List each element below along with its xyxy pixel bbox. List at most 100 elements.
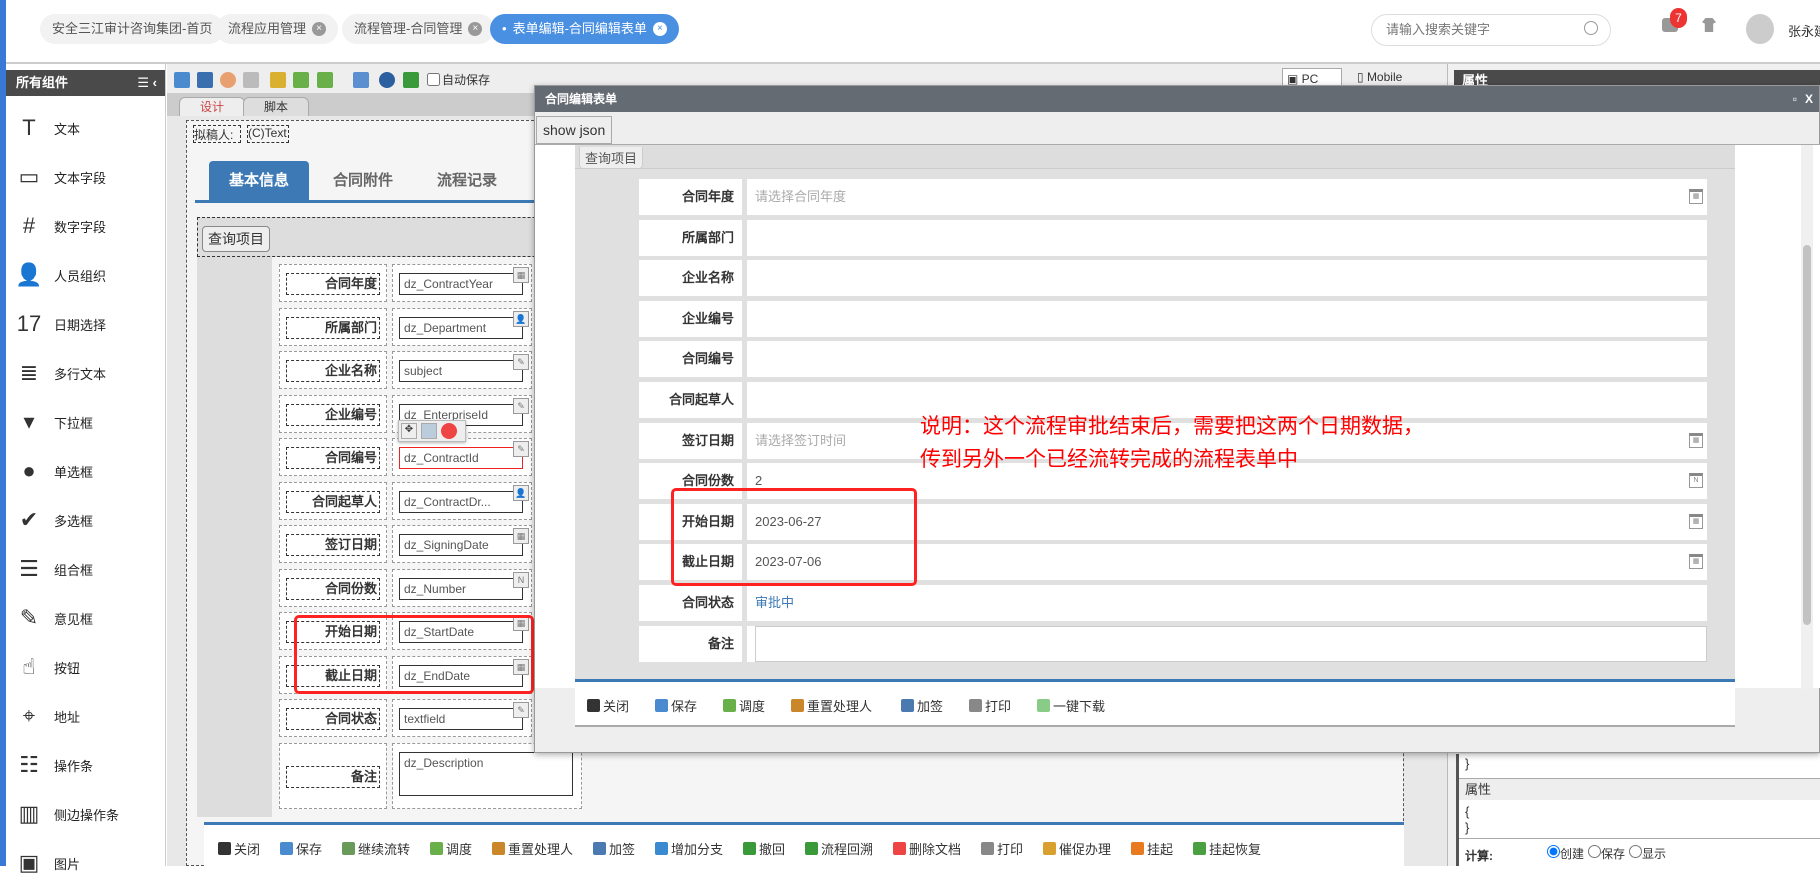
drafter-label[interactable]: 拟稿人: — [193, 125, 241, 143]
field-label-cell[interactable]: 备注 — [279, 742, 387, 809]
action-button[interactable]: 继续流转 — [342, 839, 410, 858]
field-input-cell[interactable]: textfield ✎ — [392, 699, 532, 737]
nav-tab-contract-mgmt[interactable]: 流程管理-合同管理 × — [342, 14, 495, 44]
field-label-cell[interactable]: 合同份数 — [279, 568, 387, 607]
export-icon[interactable] — [317, 72, 333, 88]
nav-tab-form-edit[interactable]: • 表单编辑-合同编辑表单 × — [490, 14, 679, 44]
sidebar-item[interactable]: T 文本 — [14, 108, 80, 148]
field-input-cell[interactable]: dz_ContractYear ▦ — [392, 264, 532, 302]
action-button[interactable]: 保存 — [280, 839, 322, 858]
query-tab[interactable]: 查询项目 — [202, 226, 270, 252]
field-input-cell[interactable]: dz_SigningDate ▦ — [392, 525, 532, 563]
username[interactable]: 张永建 — [1788, 21, 1820, 40]
sidebar-item[interactable]: 17 日期选择 — [14, 304, 106, 344]
field-binding[interactable]: dz_Number — [399, 577, 523, 600]
form-row-value[interactable] — [755, 260, 1707, 296]
field-input-cell[interactable]: dz_ContractDr... 👤 — [392, 481, 532, 520]
field-input-cell[interactable]: dz_Department 👤 — [392, 307, 532, 346]
field-input-cell[interactable]: dz_Number N — [392, 568, 532, 607]
calc-option[interactable]: 显示 — [1629, 845, 1666, 862]
shirt-icon[interactable] — [1702, 18, 1716, 32]
calendar-icon[interactable]: ▦ — [1689, 432, 1703, 448]
field-binding[interactable]: textfield — [399, 708, 523, 730]
dialog-action-button[interactable]: 关闭 — [587, 696, 629, 715]
field-input-cell[interactable]: subject ✎ — [392, 351, 532, 389]
print-icon[interactable] — [243, 72, 259, 88]
dialog-action-button[interactable]: 保存 — [655, 696, 697, 715]
sidebar-item[interactable]: # 数字字段 — [14, 206, 106, 246]
autosave-check[interactable] — [427, 73, 440, 86]
calc-radio[interactable] — [1547, 845, 1560, 858]
field-binding[interactable]: dz_Department — [399, 316, 523, 339]
field-binding[interactable]: dz_SigningDate — [399, 534, 523, 556]
field-input-cell[interactable]: dz_ContractId ✎ — [392, 438, 532, 476]
action-button[interactable]: 挂起 — [1131, 839, 1173, 858]
save-icon[interactable] — [174, 72, 190, 88]
delete-icon[interactable] — [441, 423, 457, 439]
scrollbar-thumb[interactable] — [1803, 245, 1811, 625]
json-brace[interactable]: } — [1465, 820, 1469, 835]
action-button[interactable]: 挂起恢复 — [1193, 839, 1261, 858]
dialog-action-button[interactable]: 一键下载 — [1037, 696, 1105, 715]
wand-icon[interactable] — [270, 72, 286, 88]
calendar-icon[interactable]: ▦ — [1689, 189, 1703, 204]
calendar-icon[interactable]: ▦ — [1689, 554, 1703, 570]
sidebar-item[interactable]: ▣ 图片 — [14, 843, 80, 883]
autosave-checkbox[interactable]: 自动保存 — [427, 71, 490, 88]
save-as-icon[interactable] — [197, 72, 213, 88]
form-row-value[interactable] — [755, 301, 1707, 337]
action-button[interactable]: 重置处理人 — [492, 839, 573, 858]
action-button[interactable]: 调度 — [430, 839, 472, 858]
avatar[interactable] — [1746, 14, 1774, 44]
field-label-cell[interactable]: 企业名称 — [279, 351, 387, 389]
search-icon[interactable] — [1584, 21, 1598, 35]
form-row-value[interactable] — [755, 220, 1707, 256]
action-button[interactable]: 加签 — [593, 839, 635, 858]
close-icon[interactable]: × — [312, 22, 327, 36]
tab-basic-info[interactable]: 基本信息 — [209, 161, 309, 201]
field-binding[interactable]: dz_ContractDr... — [399, 490, 523, 513]
close-icon[interactable]: X — [1805, 86, 1813, 112]
field-binding[interactable]: dz_ContractId — [399, 447, 523, 469]
tab-script[interactable]: 脚本 — [243, 97, 310, 116]
mobile-toggle[interactable]: ▯ Mobile — [1357, 70, 1402, 84]
dialog-action-button[interactable]: 重置处理人 — [791, 696, 872, 715]
dialog-action-button[interactable]: 打印 — [969, 696, 1011, 715]
sidebar-item[interactable]: ☰ 组合框 — [14, 549, 93, 589]
nav-tab-process-app[interactable]: 流程应用管理 × — [216, 14, 339, 44]
tab-design[interactable]: 设计 — [179, 97, 246, 116]
field-label-cell[interactable]: 合同状态 — [279, 699, 387, 737]
tab-attachments[interactable]: 合同附件 — [313, 161, 413, 201]
action-button[interactable]: 流程回溯 — [805, 839, 873, 858]
scrollbar[interactable] — [1801, 145, 1813, 689]
search-input[interactable]: 请输入搜索关键字 — [1371, 14, 1611, 46]
tab-process-log[interactable]: 流程记录 — [417, 161, 517, 201]
help-icon[interactable] — [379, 72, 395, 88]
close-icon[interactable]: × — [468, 22, 483, 36]
sidebar-item[interactable]: ▥ 侧边操作条 — [14, 794, 119, 834]
field-label-cell[interactable]: 合同年度 — [279, 264, 387, 302]
query-tab[interactable]: 查询项目 — [579, 147, 644, 169]
field-label-cell[interactable]: 合同编号 — [279, 438, 387, 476]
field-label-cell[interactable]: 合同起草人 — [279, 481, 387, 520]
calc-option[interactable]: 创建 — [1547, 845, 1584, 862]
nav-tab-home[interactable]: 安全三江审计咨询集团-首页 — [40, 14, 225, 44]
calc-radio[interactable] — [1588, 845, 1602, 858]
sidebar-item[interactable]: ✔ 多选框 — [14, 500, 93, 540]
field-binding[interactable]: subject — [399, 360, 523, 382]
field-label-cell[interactable]: 企业编号 — [279, 394, 387, 433]
calendar-icon[interactable]: ▦ — [1689, 513, 1703, 529]
close-icon[interactable]: × — [652, 22, 667, 36]
sidebar-item[interactable]: ● 单选框 — [14, 451, 93, 491]
field-binding[interactable]: dz_ContractYear — [399, 273, 523, 295]
sidebar-item[interactable]: ▾ 下拉框 — [14, 402, 93, 442]
field-binding[interactable]: dz_Description — [399, 751, 573, 796]
calc-radio[interactable] — [1629, 845, 1643, 858]
sidebar-item[interactable]: ☷ 操作条 — [14, 745, 93, 785]
action-button[interactable]: 打印 — [981, 839, 1023, 858]
form-row-value[interactable] — [755, 625, 1707, 662]
form-row-value[interactable]: 请选择合同年度 — [755, 179, 1707, 215]
action-button[interactable]: 关闭 — [218, 839, 260, 858]
json-brace[interactable]: { — [1465, 804, 1469, 819]
action-button[interactable]: 增加分支 — [655, 839, 723, 858]
